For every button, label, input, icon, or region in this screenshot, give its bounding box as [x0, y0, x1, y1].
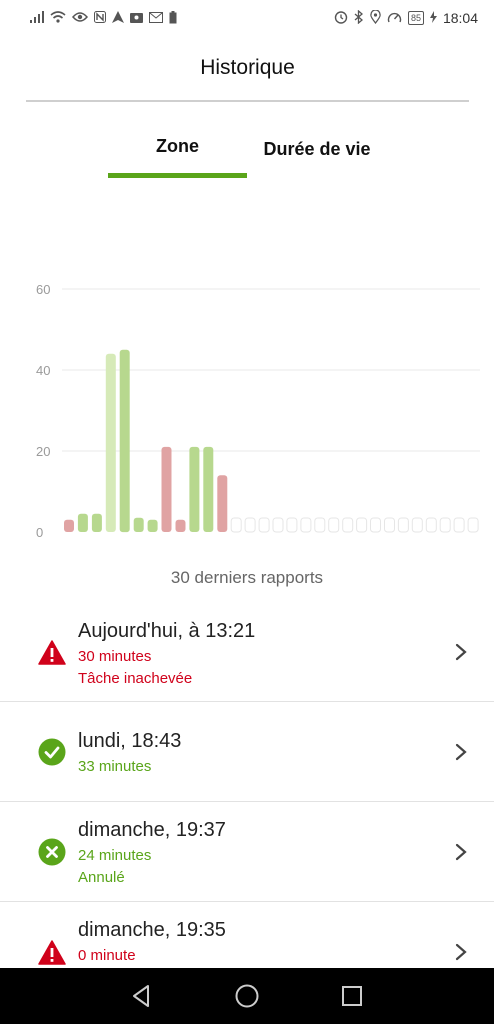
chart-bar[interactable] — [258, 517, 270, 533]
history-item-status: Tâche inachevée — [78, 670, 193, 687]
history-item[interactable]: Aujourd'hui, à 13:21 30 minutes Tâche in… — [0, 602, 494, 702]
mail-icon — [149, 11, 163, 25]
chevron-right-icon — [454, 642, 468, 662]
y-tick-label: 60 — [36, 282, 50, 297]
recents-icon[interactable] — [338, 982, 366, 1010]
history-item-duration: 30 minutes — [78, 648, 152, 665]
home-icon[interactable] — [233, 982, 261, 1010]
chevron-right-icon — [454, 742, 468, 762]
chart-bar[interactable] — [244, 517, 256, 533]
signal-icon — [30, 11, 44, 25]
chart-bar[interactable] — [453, 517, 465, 533]
chart-bar[interactable] — [230, 517, 242, 533]
chart-bar[interactable] — [314, 517, 326, 533]
chevron-right-icon — [454, 942, 468, 962]
navigation-icon — [112, 11, 124, 25]
location-share-icon — [130, 11, 143, 25]
y-tick-label: 20 — [36, 444, 50, 459]
check-circle-icon — [38, 738, 66, 766]
history-item[interactable]: dimanche, 19:37 24 minutes Annulé — [0, 802, 494, 902]
chart-bar[interactable] — [217, 475, 228, 532]
chart-bar[interactable] — [119, 349, 130, 533]
y-tick-label: 0 — [36, 525, 43, 540]
chart-bar[interactable] — [286, 517, 298, 533]
chart-bar[interactable] — [203, 446, 214, 532]
history-item[interactable]: dimanche, 19:35 0 minute — [0, 902, 494, 968]
history-item-status: Annulé — [78, 869, 125, 886]
tab-zone[interactable]: Zone — [108, 120, 247, 178]
chart-bar[interactable] — [467, 517, 479, 533]
warning-icon — [38, 939, 66, 967]
history-item-title: dimanche, 19:35 — [78, 919, 226, 941]
wifi-icon — [50, 11, 66, 25]
chart-bar[interactable] — [147, 519, 158, 532]
eye-icon — [72, 11, 88, 25]
app-header: Historique — [26, 36, 469, 102]
nfc-icon — [94, 11, 106, 25]
history-item-title: lundi, 18:43 — [78, 730, 182, 752]
battery-level: 85 — [407, 11, 424, 25]
y-tick-label: 40 — [36, 363, 50, 378]
cancel-circle-icon — [38, 838, 66, 866]
chart-bar[interactable] — [397, 517, 409, 533]
chart-bar[interactable] — [439, 517, 451, 533]
chart-bar[interactable] — [64, 519, 74, 532]
chart-bar[interactable] — [356, 517, 368, 533]
chart-bar[interactable] — [91, 513, 102, 532]
history-chart: 0 20 40 60 — [0, 270, 494, 560]
chart-bar[interactable] — [272, 517, 284, 533]
charging-icon — [429, 11, 437, 25]
status-right: 85 18:04 — [334, 9, 478, 26]
chart-bar[interactable] — [77, 513, 88, 532]
status-bar: 85 18:04 — [0, 0, 494, 36]
back-icon[interactable] — [128, 982, 156, 1010]
page-title: Historique — [200, 56, 295, 79]
chart-bar[interactable] — [411, 517, 423, 533]
chart-bar[interactable] — [384, 517, 395, 533]
history-item-title: Aujourd'hui, à 13:21 — [78, 620, 256, 642]
chart-bar[interactable] — [133, 517, 144, 532]
battery-saver-icon — [169, 10, 177, 26]
chart-bar[interactable] — [370, 517, 381, 533]
chart-bar[interactable] — [425, 517, 437, 533]
chart-bar[interactable] — [175, 519, 186, 532]
chart-bar[interactable] — [189, 446, 200, 532]
chart-bar[interactable] — [342, 517, 354, 533]
history-item[interactable]: lundi, 18:43 33 minutes — [0, 702, 494, 802]
tab-bar: Zone Durée de vie — [0, 120, 494, 180]
chart-bar[interactable] — [105, 353, 116, 532]
history-item-title: dimanche, 19:37 — [78, 819, 226, 841]
status-left — [30, 10, 177, 26]
chart-bar[interactable] — [161, 446, 172, 532]
bluetooth-icon — [354, 9, 364, 26]
warning-icon — [38, 639, 66, 667]
chart-bar[interactable] — [300, 517, 312, 533]
alarm-icon — [334, 10, 348, 26]
location-icon — [370, 9, 381, 26]
chevron-right-icon — [454, 842, 468, 862]
tab-duree-de-vie[interactable]: Durée de vie — [247, 120, 387, 178]
history-item-duration: 24 minutes — [78, 847, 152, 864]
history-item-duration: 0 minute — [78, 947, 136, 964]
chart-bar[interactable] — [328, 517, 340, 533]
history-item-duration: 33 minutes — [78, 758, 152, 775]
chart-caption: 30 derniers rapports — [170, 568, 324, 587]
history-list: Aujourd'hui, à 13:21 30 minutes Tâche in… — [0, 602, 494, 968]
clock: 18:04 — [442, 10, 478, 26]
speed-icon — [387, 11, 402, 26]
bar-chart-svg: 0 20 40 60 — [36, 282, 480, 540]
system-nav-bar — [0, 968, 494, 1024]
